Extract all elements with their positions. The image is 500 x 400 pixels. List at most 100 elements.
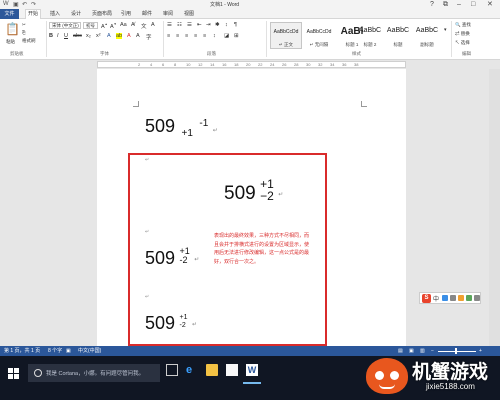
ime-voice-icon[interactable]: [458, 295, 464, 301]
windows-start-icon[interactable]: [8, 368, 20, 380]
multilevel-icon[interactable]: ☰: [187, 22, 192, 28]
cut-icon[interactable]: ✂: [22, 22, 26, 28]
ruler-bar: 2 4 6 8 10 12 14 16 18 20 22 24 26 28 30 32 34 36 38: [0, 60, 500, 69]
align-center-icon[interactable]: ≡: [176, 33, 179, 39]
numbering-icon[interactable]: ☷: [177, 22, 182, 28]
char-shading-icon[interactable]: A: [136, 33, 140, 39]
text-effects-icon[interactable]: A: [107, 33, 111, 39]
help-button[interactable]: ?: [430, 0, 434, 9]
align-left-icon[interactable]: ≡: [167, 33, 170, 39]
file-explorer-icon[interactable]: [206, 364, 218, 376]
font-color-icon[interactable]: A: [127, 33, 131, 39]
styles-more-icon[interactable]: ▾: [444, 27, 447, 33]
italic-button[interactable]: I: [57, 33, 59, 39]
tab-mailings[interactable]: 邮件: [140, 10, 154, 18]
format-painter-button[interactable]: 格式刷: [22, 38, 36, 44]
ribbon-display-button[interactable]: ⧉: [443, 0, 448, 9]
ime-punct-icon[interactable]: [442, 295, 448, 301]
equation-1[interactable]: 509 +1 -1 ↵: [145, 116, 218, 139]
cortana-search-box[interactable]: 我是 Cortana，小娜。有问题尽管问我。: [28, 364, 160, 382]
style-subtitle[interactable]: AaBbC 副标题: [411, 22, 443, 49]
grow-font-icon[interactable]: A▲: [101, 22, 108, 30]
word-count[interactable]: 8 个字: [48, 347, 62, 355]
line-spacing-icon[interactable]: ↕: [213, 33, 216, 39]
maximize-button[interactable]: □: [471, 0, 475, 9]
font-size-box[interactable]: 初号: [83, 22, 98, 29]
superscript-button[interactable]: x²: [96, 33, 101, 39]
minimize-button[interactable]: –: [457, 0, 461, 9]
zoom-slider[interactable]: [438, 351, 476, 352]
borders-icon[interactable]: ⊞: [234, 33, 239, 39]
task-view-icon[interactable]: [166, 364, 178, 376]
style-title[interactable]: AaBbC 标题: [382, 22, 414, 49]
title-bar: W ▣ ↶ ↷ 文档1 - Word ? ⧉ – □ ✕: [0, 0, 500, 9]
tab-file[interactable]: 文件: [0, 9, 19, 19]
char-border-icon[interactable]: A: [151, 22, 155, 28]
enclose-char-icon[interactable]: 字: [146, 33, 152, 41]
change-case-icon[interactable]: Aa: [120, 22, 127, 28]
paste-icon[interactable]: 📋: [5, 22, 20, 36]
find-button[interactable]: 🔍 查找: [455, 22, 471, 28]
horizontal-ruler[interactable]: 2 4 6 8 10 12 14 16 18 20 22 24 26 28 30 32 34 36 38: [97, 61, 406, 68]
tab-view[interactable]: 视图: [182, 10, 196, 18]
editing-group-label: 编辑: [462, 51, 471, 56]
equation-3[interactable]: 509 +1 -2 ↵: [145, 247, 199, 269]
ime-emoji-icon[interactable]: [450, 295, 456, 301]
ime-mode-toggle[interactable]: 中: [433, 294, 439, 303]
bold-button[interactable]: B: [49, 33, 53, 39]
shrink-font-icon[interactable]: A▼: [110, 22, 117, 30]
proofing-icon[interactable]: ▣: [66, 347, 71, 355]
distribute-icon[interactable]: ≡: [203, 33, 206, 39]
store-icon[interactable]: [226, 364, 238, 376]
ruler-number: 16: [222, 62, 227, 67]
align-right-icon[interactable]: ≡: [185, 33, 188, 39]
equation-4[interactable]: 509 +1 -2 ↵: [145, 313, 197, 334]
decrease-indent-icon[interactable]: ⇤: [197, 22, 202, 28]
equation-2[interactable]: 509 +1 −2 ↵: [224, 178, 283, 205]
vertical-scrollbar[interactable]: [489, 69, 500, 346]
paste-button[interactable]: 粘贴: [6, 39, 15, 45]
word-logo-icon: W: [3, 1, 9, 7]
select-button[interactable]: ↖ 选择: [455, 40, 470, 46]
language-indicator[interactable]: 中文(中国): [78, 347, 101, 355]
ribbon-home: 📋 粘贴 ✂ ⎘ 格式刷 剪贴板 宋体 (中文正) 初号 A▲ A▼ Aa A̸…: [0, 19, 500, 60]
close-button[interactable]: ✕: [487, 0, 493, 9]
word-taskbar-icon[interactable]: W: [246, 364, 258, 376]
chinese-layout-icon[interactable]: ✱: [215, 22, 220, 28]
redo-icon[interactable]: ↷: [31, 1, 36, 8]
paragraph-mark: ↵: [145, 229, 150, 235]
font-name-box[interactable]: 宋体 (中文正): [49, 22, 81, 29]
underline-button[interactable]: U: [64, 33, 68, 39]
ime-keyboard-icon[interactable]: [466, 295, 472, 301]
tab-review[interactable]: 审阅: [161, 10, 175, 18]
tab-references[interactable]: 引用: [119, 10, 133, 18]
tab-design[interactable]: 设计: [69, 10, 83, 18]
bullets-icon[interactable]: ☰: [167, 22, 172, 28]
sogou-ime-bar[interactable]: S 中: [419, 292, 481, 304]
style-no-spacing[interactable]: AaBbCcDd ↵ 无间隔: [303, 22, 335, 49]
justify-icon[interactable]: ≡: [194, 33, 197, 39]
edge-icon[interactable]: e: [186, 364, 198, 376]
save-icon[interactable]: ▣: [13, 1, 19, 8]
clear-format-icon[interactable]: A̸: [131, 22, 135, 28]
shading-icon[interactable]: ◪: [224, 33, 229, 39]
phonetic-guide-icon[interactable]: 文: [141, 22, 147, 30]
ime-tools-icon[interactable]: [474, 295, 480, 301]
style-normal[interactable]: AaBbCcDd ↵ 正文: [270, 22, 302, 49]
tab-layout[interactable]: 页面布局: [90, 10, 114, 18]
replace-button[interactable]: ⇄ 替换: [455, 31, 470, 37]
subscript-button[interactable]: x₂: [86, 33, 91, 39]
undo-icon[interactable]: ↶: [22, 1, 27, 8]
ruler-number: 32: [318, 62, 323, 67]
copy-icon[interactable]: ⎘: [22, 30, 26, 35]
tab-insert[interactable]: 插入: [48, 10, 62, 18]
page-count[interactable]: 第 1 页，共 1 页: [4, 347, 40, 355]
ruler-number: 8: [174, 62, 177, 67]
sort-icon[interactable]: ↕: [225, 22, 228, 28]
strikethrough-button[interactable]: abc: [73, 33, 82, 39]
highlight-icon[interactable]: ab: [116, 33, 123, 39]
explanation-note: 表现出的最终效果，三种方式不尽相同，而且会并于排横式进行的设置为区域显示，使用后…: [214, 233, 310, 265]
show-marks-icon[interactable]: ¶: [234, 22, 237, 28]
increase-indent-icon[interactable]: ⇥: [206, 22, 211, 28]
tab-home[interactable]: 开始: [25, 9, 42, 19]
